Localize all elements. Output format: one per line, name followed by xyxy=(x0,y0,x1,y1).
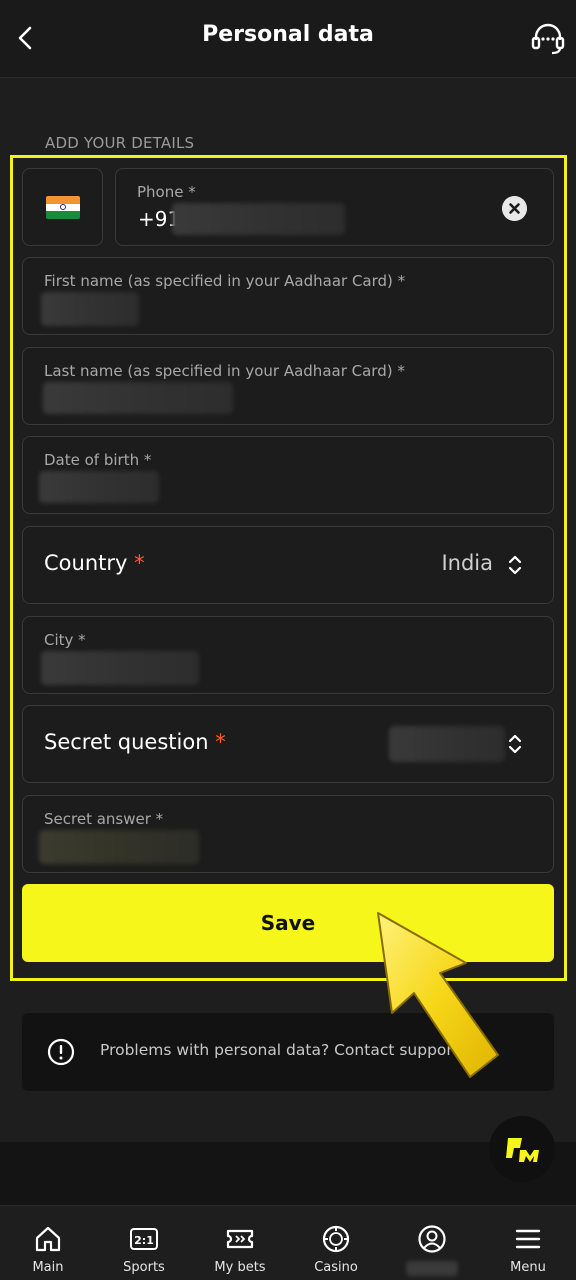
user-icon xyxy=(418,1225,446,1253)
updown-chevron-icon xyxy=(508,555,522,575)
clear-icon[interactable] xyxy=(502,196,527,221)
country-code-selector[interactable] xyxy=(22,168,103,246)
bottom-nav: Main 2:1 Sports My bets Casino Menu xyxy=(0,1205,576,1280)
last-name-value-redacted xyxy=(43,382,233,414)
nav-profile-label-redacted xyxy=(406,1261,458,1276)
nav-main[interactable]: Main xyxy=(0,1206,96,1280)
home-icon xyxy=(35,1226,61,1252)
secret-question-label: Secret question * xyxy=(44,730,226,754)
secret-question-select[interactable]: Secret question * xyxy=(22,705,554,783)
nav-profile[interactable] xyxy=(384,1206,480,1280)
city-field[interactable]: City * xyxy=(22,616,554,694)
menu-icon xyxy=(515,1229,541,1249)
secret-answer-value-redacted xyxy=(39,830,199,864)
country-select[interactable]: Country * India xyxy=(22,526,554,604)
city-value-redacted xyxy=(41,651,199,685)
nav-casino[interactable]: Casino xyxy=(288,1206,384,1280)
app-header: Personal data xyxy=(0,0,576,78)
casino-chip-icon xyxy=(322,1225,350,1253)
date-of-birth-label: Date of birth * xyxy=(44,451,152,469)
nav-menu-label: Menu xyxy=(510,1260,546,1275)
svg-text:2:1: 2:1 xyxy=(134,1234,154,1247)
sports-icon: 2:1 xyxy=(130,1228,158,1250)
phone-label: Phone * xyxy=(137,183,196,201)
page-title: Personal data xyxy=(202,22,374,47)
first-name-value-redacted xyxy=(41,292,139,326)
last-name-field[interactable]: Last name (as specified in your Aadhaar … xyxy=(22,347,554,425)
nav-casino-label: Casino xyxy=(314,1260,358,1275)
nav-my-bets[interactable]: My bets xyxy=(192,1206,288,1280)
city-label: City * xyxy=(44,631,86,649)
nav-main-label: Main xyxy=(32,1260,64,1275)
first-name-field[interactable]: First name (as specified in your Aadhaar… xyxy=(22,257,554,335)
secret-answer-field[interactable]: Secret answer * xyxy=(22,795,554,873)
secret-question-value-redacted xyxy=(389,726,505,762)
phone-field[interactable]: Phone * +91 xyxy=(115,168,554,246)
last-name-label: Last name (as specified in your Aadhaar … xyxy=(44,362,405,380)
nav-my-bets-label: My bets xyxy=(214,1260,266,1275)
india-flag-icon xyxy=(46,196,80,219)
updown-chevron-icon xyxy=(508,734,522,754)
country-label: Country * xyxy=(44,551,145,575)
nav-sports-label: Sports xyxy=(123,1260,165,1275)
pm-chat-button[interactable] xyxy=(489,1116,555,1182)
secret-answer-label: Secret answer * xyxy=(44,810,164,828)
section-label: ADD YOUR DETAILS xyxy=(45,134,195,152)
pointer-arrow-icon xyxy=(377,912,499,1078)
headset-support-icon[interactable] xyxy=(528,18,568,58)
ticket-icon xyxy=(226,1229,254,1249)
country-value: India xyxy=(441,551,493,575)
first-name-label: First name (as specified in your Aadhaar… xyxy=(44,272,406,290)
date-of-birth-field[interactable]: Date of birth * xyxy=(22,436,554,514)
nav-menu[interactable]: Menu xyxy=(480,1206,576,1280)
phone-value-redacted xyxy=(172,203,345,235)
info-icon xyxy=(47,1038,75,1066)
date-of-birth-value-redacted xyxy=(39,471,159,503)
pm-logo-icon xyxy=(506,1138,539,1162)
nav-sports[interactable]: 2:1 Sports xyxy=(96,1206,192,1280)
